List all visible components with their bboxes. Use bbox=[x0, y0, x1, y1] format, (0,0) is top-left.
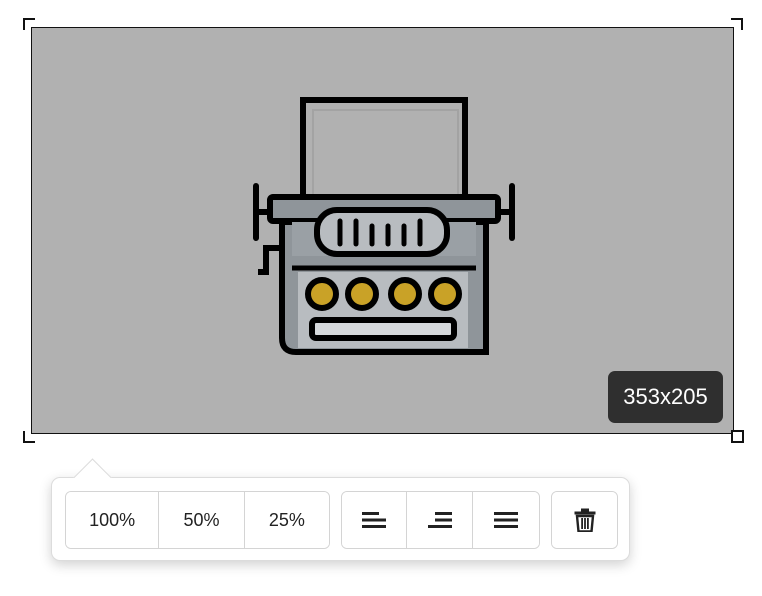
align-justify-button[interactable] bbox=[472, 492, 539, 548]
trash-icon bbox=[574, 508, 595, 532]
delete-button[interactable] bbox=[552, 492, 617, 548]
size-50-button[interactable]: 50% bbox=[159, 492, 245, 548]
size-100-button[interactable]: 100% bbox=[66, 492, 160, 548]
resize-handle-bottom-left[interactable] bbox=[23, 431, 35, 443]
size-button-group: 100% 50% 25% bbox=[65, 491, 330, 549]
size-25-button[interactable]: 25% bbox=[244, 492, 329, 548]
resize-handle-top-right[interactable] bbox=[731, 18, 743, 30]
align-left-icon bbox=[362, 512, 387, 528]
delete-button-group bbox=[551, 491, 618, 549]
align-justify-icon bbox=[493, 512, 518, 528]
image-toolbar: 100% 50% 25% bbox=[51, 477, 630, 561]
resize-handle-bottom-right[interactable] bbox=[731, 430, 744, 443]
align-right-button[interactable] bbox=[407, 492, 473, 548]
align-button-group bbox=[341, 491, 540, 549]
typewriter-illustration bbox=[253, 97, 515, 355]
resize-handle-top-left[interactable] bbox=[23, 18, 35, 30]
align-right-icon bbox=[427, 512, 452, 528]
align-left-button[interactable] bbox=[342, 492, 408, 548]
toolbar-pointer bbox=[73, 457, 113, 478]
dimensions-badge: 353x205 bbox=[608, 371, 723, 423]
